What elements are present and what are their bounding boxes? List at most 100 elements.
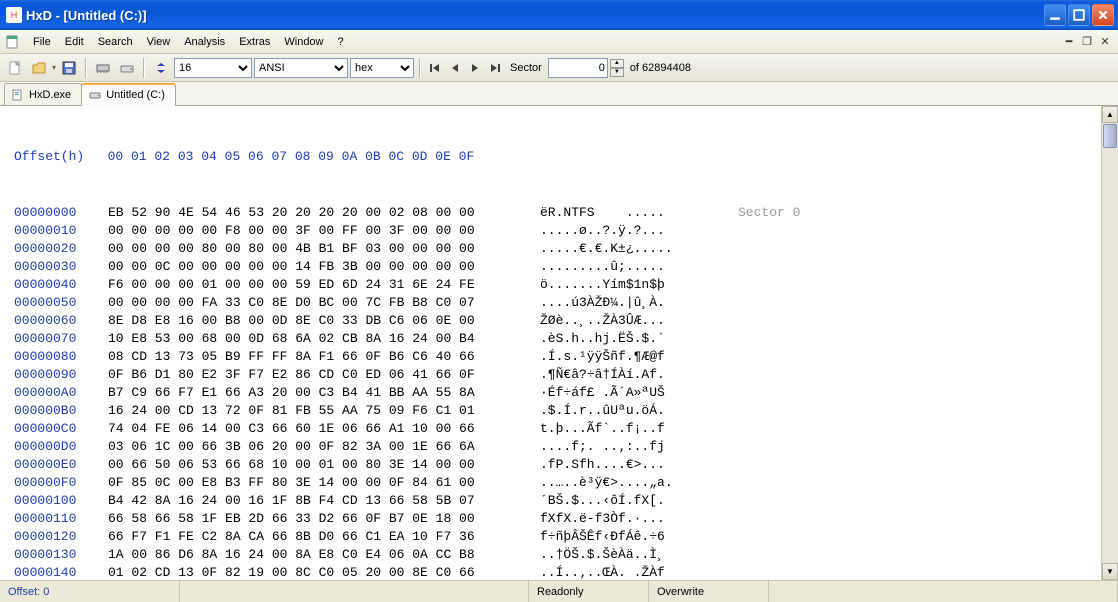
hex-row[interactable]: 000000E000 66 50 06 53 66 68 10 00 01 00… (14, 456, 1101, 474)
row-hex[interactable]: 10 E8 53 00 68 00 0D 68 6A 02 CB 8A 16 2… (108, 330, 540, 348)
row-hex[interactable]: 1A 00 86 D6 8A 16 24 00 8A E8 C0 E4 06 0… (108, 546, 540, 564)
scroll-up-icon[interactable]: ▲ (1102, 106, 1118, 123)
close-button[interactable] (1092, 4, 1114, 26)
hex-row[interactable]: 000000B016 24 00 CD 13 72 0F 81 FB 55 AA… (14, 402, 1101, 420)
row-ascii[interactable]: ..…..è³ÿ€>....„a. (540, 474, 712, 492)
hex-row[interactable]: 000000F00F 85 0C 00 E8 B3 FF 80 3E 14 00… (14, 474, 1101, 492)
main-area: Offset(h) 00 01 02 03 04 05 06 07 08 09 … (0, 106, 1118, 580)
row-hex[interactable]: 00 00 00 00 80 00 80 00 4B B1 BF 03 00 0… (108, 240, 540, 258)
row-hex[interactable]: 08 CD 13 73 05 B9 FF FF 8A F1 66 0F B6 C… (108, 348, 540, 366)
hex-row[interactable]: 0000003000 00 0C 00 00 00 00 00 14 FB 3B… (14, 258, 1101, 276)
row-ascii[interactable]: .........û;..... (540, 258, 712, 276)
row-hex[interactable]: 74 04 FE 06 14 00 C3 66 60 1E 06 66 A1 1… (108, 420, 540, 438)
minimize-button[interactable] (1044, 4, 1066, 26)
row-ascii[interactable]: .....€.€.K±¿..... (540, 240, 712, 258)
menu-extras[interactable]: Extras (232, 33, 277, 51)
nav-next-button[interactable] (466, 58, 484, 78)
row-hex[interactable]: 01 02 CD 13 0F 82 19 00 8C C0 05 20 00 8… (108, 564, 540, 580)
hex-row[interactable]: 00000040F6 00 00 00 01 00 00 00 59 ED 6D… (14, 276, 1101, 294)
row-hex[interactable]: 00 00 00 00 00 F8 00 00 3F 00 FF 00 3F 0… (108, 222, 540, 240)
hex-row[interactable]: 0000014001 02 CD 13 0F 82 19 00 8C C0 05… (14, 564, 1101, 580)
row-ascii[interactable]: .$.Í.r..ûUªu.öÁ. (540, 402, 712, 420)
bytes-stepper-icon (150, 57, 172, 79)
save-button[interactable] (58, 57, 80, 79)
row-hex[interactable]: 00 00 0C 00 00 00 00 00 14 FB 3B 00 00 0… (108, 258, 540, 276)
nav-first-button[interactable] (426, 58, 444, 78)
menu-help[interactable]: ? (331, 33, 351, 51)
row-ascii[interactable]: ..†ÖŠ.$.ŠèÀä..Ì¸ (540, 546, 712, 564)
row-ascii[interactable]: .Í.s.¹ÿÿŠñf.¶Æ@f (540, 348, 712, 366)
row-hex[interactable]: 0F B6 D1 80 E2 3F F7 E2 86 CD C0 ED 06 4… (108, 366, 540, 384)
maximize-button[interactable] (1068, 4, 1090, 26)
scroll-thumb[interactable] (1103, 124, 1117, 148)
menu-search[interactable]: Search (91, 33, 140, 51)
nav-last-button[interactable] (486, 58, 504, 78)
hex-row[interactable]: 000000C074 04 FE 06 14 00 C3 66 60 1E 06… (14, 420, 1101, 438)
row-ascii[interactable]: .fP.Sfh....€>... (540, 456, 712, 474)
hex-row[interactable]: 000000A0B7 C9 66 F7 E1 66 A3 20 00 C3 B4… (14, 384, 1101, 402)
vertical-scrollbar[interactable]: ▲ ▼ (1101, 106, 1118, 580)
number-base-select[interactable]: hex (350, 58, 414, 78)
row-hex[interactable]: 00 66 50 06 53 66 68 10 00 01 00 80 3E 1… (108, 456, 540, 474)
hex-row[interactable]: 0000001000 00 00 00 00 F8 00 00 3F 00 FF… (14, 222, 1101, 240)
hex-row[interactable]: 0000008008 CD 13 73 05 B9 FF FF 8A F1 66… (14, 348, 1101, 366)
menu-window[interactable]: Window (277, 33, 330, 51)
row-ascii[interactable]: ....ú3ÀŽÐ¼.|û¸À. (540, 294, 712, 312)
row-ascii[interactable]: ëR.NTFS ..... (540, 204, 712, 222)
row-hex[interactable]: F6 00 00 00 01 00 00 00 59 ED 6D 24 31 6… (108, 276, 540, 294)
row-ascii[interactable]: ö.......Yím$1n$þ (540, 276, 712, 294)
hex-row[interactable]: 0000007010 E8 53 00 68 00 0D 68 6A 02 CB… (14, 330, 1101, 348)
hex-row[interactable]: 000000608E D8 E8 16 00 B8 00 0D 8E C0 33… (14, 312, 1101, 330)
hex-row[interactable]: 000000D003 06 1C 00 66 3B 06 20 00 0F 82… (14, 438, 1101, 456)
scroll-down-icon[interactable]: ▼ (1102, 563, 1118, 580)
menu-analysis[interactable]: Analysis (177, 33, 232, 51)
row-ascii[interactable]: ·Éf÷áf£ .Ã´A»ªUŠ (540, 384, 712, 402)
row-ascii[interactable]: ´BŠ.$...‹ôÍ.fX[. (540, 492, 712, 510)
mdi-close-icon[interactable]: ✕ (1097, 34, 1113, 50)
hex-row[interactable]: 0000002000 00 00 00 80 00 80 00 4B B1 BF… (14, 240, 1101, 258)
hex-row[interactable]: 000001301A 00 86 D6 8A 16 24 00 8A E8 C0… (14, 546, 1101, 564)
mdi-minimize-icon[interactable]: ━ (1061, 34, 1077, 50)
row-hex[interactable]: 8E D8 E8 16 00 B8 00 0D 8E C0 33 DB C6 0… (108, 312, 540, 330)
row-hex[interactable]: 00 00 00 00 FA 33 C0 8E D0 BC 00 7C FB B… (108, 294, 540, 312)
row-hex[interactable]: 0F 85 0C 00 E8 B3 FF 80 3E 14 00 00 0F 8… (108, 474, 540, 492)
row-ascii[interactable]: ŽØè..¸..ŽÀ3ÛÆ... (540, 312, 712, 330)
open-file-button[interactable] (28, 57, 50, 79)
tab-untitled-c[interactable]: Untitled (C:) (81, 83, 176, 106)
charset-select[interactable]: ANSI (254, 58, 348, 78)
row-ascii[interactable]: .....ø..?.ÿ.?... (540, 222, 712, 240)
row-hex[interactable]: EB 52 90 4E 54 46 53 20 20 20 20 00 02 0… (108, 204, 540, 222)
hex-row[interactable]: 0000005000 00 00 00 FA 33 C0 8E D0 BC 00… (14, 294, 1101, 312)
open-ram-button[interactable] (92, 57, 114, 79)
new-file-button[interactable] (4, 57, 26, 79)
row-hex[interactable]: B7 C9 66 F7 E1 66 A3 20 00 C3 B4 41 BB A… (108, 384, 540, 402)
row-hex[interactable]: 03 06 1C 00 66 3B 06 20 00 0F 82 3A 00 1… (108, 438, 540, 456)
row-hex[interactable]: 66 58 66 58 1F EB 2D 66 33 D2 66 0F B7 0… (108, 510, 540, 528)
row-hex[interactable]: B4 42 8A 16 24 00 16 1F 8B F4 CD 13 66 5… (108, 492, 540, 510)
hex-row[interactable]: 00000000EB 52 90 4E 54 46 53 20 20 20 20… (14, 204, 1101, 222)
menu-edit[interactable]: Edit (58, 33, 91, 51)
mdi-restore-icon[interactable]: ❐ (1079, 34, 1095, 50)
sector-input[interactable] (548, 58, 608, 78)
bytes-per-row-select[interactable]: 16 (174, 58, 252, 78)
menu-file[interactable]: File (26, 33, 58, 51)
row-ascii[interactable]: .èS.h..hj.ËŠ.$.´ (540, 330, 712, 348)
row-ascii[interactable]: t.þ...Ãf`..f¡..f (540, 420, 712, 438)
hex-row[interactable]: 000000900F B6 D1 80 E2 3F F7 E2 86 CD C0… (14, 366, 1101, 384)
row-ascii[interactable]: fXfX.ë-f3Òf.·... (540, 510, 712, 528)
open-disk-button[interactable] (116, 57, 138, 79)
menu-view[interactable]: View (140, 33, 178, 51)
row-ascii[interactable]: ..Í..‚..ŒÀ. .ŽÀf (540, 564, 712, 580)
row-hex[interactable]: 66 F7 F1 FE C2 8A CA 66 8B D0 66 C1 EA 1… (108, 528, 540, 546)
hex-view[interactable]: Offset(h) 00 01 02 03 04 05 06 07 08 09 … (0, 106, 1101, 580)
tab-hxd-exe[interactable]: HxD.exe (4, 83, 82, 105)
nav-prev-button[interactable] (446, 58, 464, 78)
sector-spinner[interactable]: ▲▼ (610, 59, 624, 77)
hex-row[interactable]: 00000100B4 42 8A 16 24 00 16 1F 8B F4 CD… (14, 492, 1101, 510)
row-hex[interactable]: 16 24 00 CD 13 72 0F 81 FB 55 AA 75 09 F… (108, 402, 540, 420)
row-ascii[interactable]: f÷ñþÂŠÊf‹ÐfÁê.÷6 (540, 528, 712, 546)
hex-row[interactable]: 0000011066 58 66 58 1F EB 2D 66 33 D2 66… (14, 510, 1101, 528)
hex-row[interactable]: 0000012066 F7 F1 FE C2 8A CA 66 8B D0 66… (14, 528, 1101, 546)
row-ascii[interactable]: .¶Ñ€â?÷â†ÍÀí.Af. (540, 366, 712, 384)
row-ascii[interactable]: ....f;. ..‚:..fj (540, 438, 712, 456)
